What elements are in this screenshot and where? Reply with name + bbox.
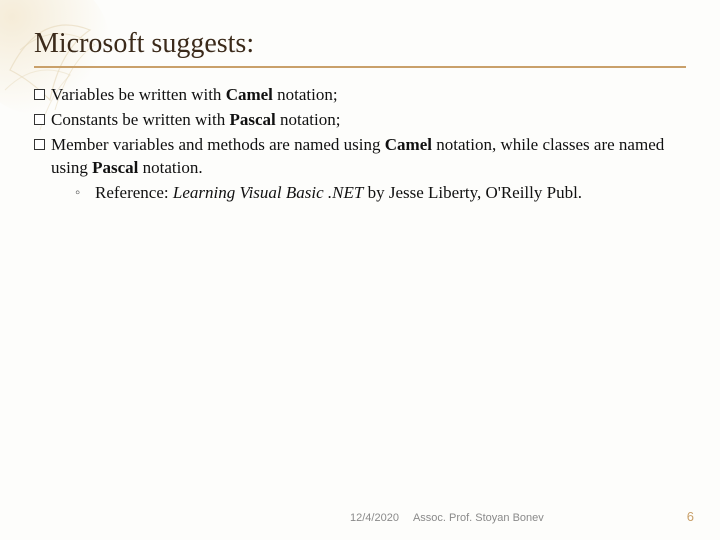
page-number: 6: [687, 509, 694, 524]
footer-date: 12/4/2020: [350, 512, 399, 524]
bullet-list: Variables be written with Camel notation…: [34, 84, 686, 205]
title-underline: [34, 66, 686, 68]
footer-author: Assoc. Prof. Stoyan Bonev: [413, 512, 544, 524]
checkbox-icon: [34, 114, 45, 125]
list-item: Constants be written with Pascal notatio…: [34, 109, 686, 132]
list-item: Variables be written with Camel notation…: [34, 84, 686, 107]
slide-content: Microsoft suggests: Variables be written…: [0, 0, 720, 205]
slide-title: Microsoft suggests:: [34, 28, 686, 60]
bullet-text: Member variables and methods are named u…: [51, 134, 686, 205]
checkbox-icon: [34, 89, 45, 100]
checkbox-icon: [34, 139, 45, 150]
slide-footer: 12/4/2020 Assoc. Prof. Stoyan Bonev 6: [0, 509, 720, 524]
sub-bullet-text: Reference: Learning Visual Basic .NET by…: [95, 182, 686, 205]
bullet-text: Constants be written with Pascal notatio…: [51, 109, 686, 132]
bullet-text: Variables be written with Camel notation…: [51, 84, 686, 107]
list-item: Member variables and methods are named u…: [34, 134, 686, 205]
sub-list-item: ◦ Reference: Learning Visual Basic .NET …: [75, 182, 686, 205]
circle-bullet-icon: ◦: [75, 183, 89, 203]
